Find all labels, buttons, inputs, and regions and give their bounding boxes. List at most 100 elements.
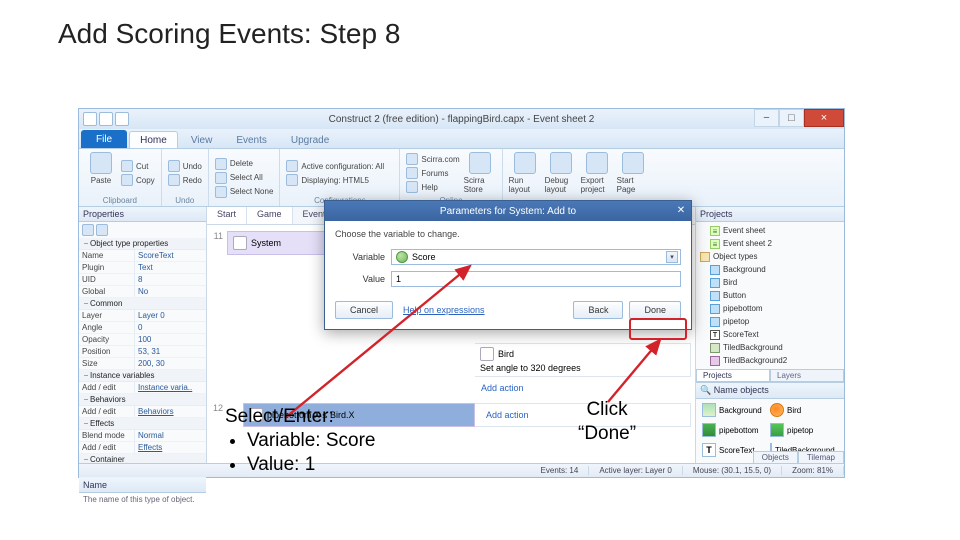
config-icon — [286, 160, 298, 172]
bird-icon — [480, 347, 494, 361]
forums-icon — [406, 167, 418, 179]
ribbon-tab-home[interactable]: Home — [129, 131, 178, 148]
prop-section-ivar[interactable]: −Instance variables — [79, 370, 206, 382]
select-all-button[interactable]: Select All — [215, 172, 274, 184]
tab-start[interactable]: Start — [207, 207, 247, 224]
prop-size-value[interactable]: 200, 30 — [135, 358, 206, 369]
prop-sort-icon[interactable] — [96, 224, 108, 236]
delete-button[interactable]: Delete — [215, 158, 274, 170]
start-page-button[interactable]: Start Page — [617, 152, 649, 203]
display-config-label: Displaying: HTML5 — [286, 174, 384, 186]
ribbon-tab-events[interactable]: Events — [225, 131, 278, 148]
export-button[interactable]: Export project — [581, 152, 613, 203]
dialog-titlebar[interactable]: Parameters for System: Add to ✕ — [325, 201, 691, 221]
tab-tilemap[interactable]: Tilemap — [798, 451, 844, 463]
done-button[interactable]: Done — [629, 301, 681, 319]
cancel-button[interactable]: Cancel — [335, 301, 393, 319]
tree-object-types[interactable]: Object types — [700, 250, 840, 263]
prop-size-key: Size — [79, 358, 135, 369]
obj-pipetop[interactable]: pipetop — [770, 423, 832, 437]
prop-position-value[interactable]: 53, 31 — [135, 346, 206, 357]
variable-label: Variable — [335, 252, 391, 262]
prop-section-behaviors[interactable]: −Behaviors — [79, 394, 206, 406]
right-bottom-tabs: Objects Tilemap — [753, 451, 844, 463]
prop-uid-key: UID — [79, 274, 135, 285]
debug-layout-button[interactable]: Debug layout — [545, 152, 577, 203]
obj-thumb-pipebottom — [702, 423, 716, 437]
close-button[interactable]: × — [804, 109, 844, 127]
variable-select[interactable]: Score ▾ — [391, 249, 681, 265]
prop-section-effects[interactable]: −Effects — [79, 418, 206, 430]
scirra-link[interactable]: Scirra.com — [406, 153, 459, 165]
prop-angle-value[interactable]: 0 — [135, 322, 206, 333]
minimize-button[interactable]: − — [754, 109, 779, 127]
prop-beh-link[interactable]: Behaviors — [135, 406, 206, 417]
value-input[interactable] — [391, 271, 681, 287]
text-icon — [710, 330, 720, 340]
tree-obj-pipetop[interactable]: pipetop — [700, 315, 840, 328]
event-action-setangle[interactable]: Bird Set angle to 320 degrees — [475, 343, 691, 377]
prop-opacity-value[interactable]: 100 — [135, 334, 206, 345]
sprite-icon — [710, 317, 720, 327]
run-layout-button[interactable]: Run layout — [509, 152, 541, 203]
tree-event-sheet-2[interactable]: Event sheet 2 — [700, 237, 840, 250]
prop-position-key: Position — [79, 346, 135, 357]
prop-eff-link[interactable]: Effects — [135, 442, 206, 453]
ribbon-tab-view[interactable]: View — [180, 131, 224, 148]
eventsheet-icon — [710, 226, 720, 236]
ribbon-tab-upgrade[interactable]: Upgrade — [280, 131, 340, 148]
tree-obj-tiledbg[interactable]: TiledBackground — [700, 341, 840, 354]
tree-obj-bird[interactable]: Bird — [700, 276, 840, 289]
subtab-layers[interactable]: Layers — [770, 369, 844, 382]
dropdown-arrow-icon[interactable]: ▾ — [666, 251, 678, 263]
obj-bird[interactable]: Bird — [770, 403, 832, 417]
event-condition-label: System — [251, 238, 281, 248]
copy-button[interactable]: Copy — [121, 174, 155, 186]
tree-obj-background[interactable]: Background — [700, 263, 840, 276]
undo-button[interactable]: Undo — [168, 160, 202, 172]
prop-ivar-link-key: Add / edit — [79, 382, 135, 393]
prop-global-value[interactable]: No — [135, 286, 206, 297]
obj-thumb-bg — [702, 403, 716, 417]
system-icon — [233, 236, 247, 250]
back-button[interactable]: Back — [573, 301, 623, 319]
help-expressions-link[interactable]: Help on expressions — [403, 305, 485, 315]
obj-background[interactable]: Background — [702, 403, 764, 417]
cut-button[interactable]: Cut — [121, 160, 155, 172]
prop-opacity-key: Opacity — [79, 334, 135, 345]
prop-layer-value[interactable]: Layer 0 — [135, 310, 206, 321]
redo-button[interactable]: Redo — [168, 174, 202, 186]
forums-link[interactable]: Forums — [406, 167, 459, 179]
tree-obj-button[interactable]: Button — [700, 289, 840, 302]
obj-pipebottom[interactable]: pipebottom — [702, 423, 764, 437]
prop-blend-key: Blend mode — [79, 430, 135, 441]
prop-name-value[interactable]: ScoreText — [135, 250, 206, 261]
tab-objects[interactable]: Objects — [753, 451, 798, 463]
prop-blend-value[interactable]: Normal — [135, 430, 206, 441]
add-action-link[interactable]: Add action — [475, 381, 691, 395]
subtab-projects[interactable]: Projects — [696, 369, 770, 382]
tab-game[interactable]: Game — [247, 207, 293, 224]
prop-cat-icon[interactable] — [82, 224, 94, 236]
select-none-button[interactable]: Select None — [215, 186, 274, 198]
tree-obj-tiledbg2[interactable]: TiledBackground2 — [700, 354, 840, 367]
dialog-close-button[interactable]: ✕ — [674, 204, 688, 218]
globe-icon — [406, 153, 418, 165]
help-link[interactable]: Help — [406, 181, 459, 193]
store-button[interactable]: Scirra Store — [464, 152, 496, 194]
tree-event-sheet[interactable]: Event sheet — [700, 224, 840, 237]
prop-section-otp[interactable]: −Object type properties — [79, 238, 206, 250]
window-title: Construct 2 (free edition) - flappingBir… — [79, 114, 844, 125]
maximize-button[interactable]: □ — [779, 109, 804, 127]
group-label-select — [215, 203, 274, 205]
add-action-link-12[interactable]: Add action — [480, 408, 535, 422]
delete-icon — [215, 158, 227, 170]
status-events: Events: 14 — [531, 466, 590, 475]
ribbon-tab-file[interactable]: File — [81, 130, 127, 148]
prop-ivar-link[interactable]: Instance varia.. — [135, 382, 206, 393]
project-tree[interactable]: Event sheet Event sheet 2 Object types B… — [696, 222, 844, 369]
prop-section-common[interactable]: −Common — [79, 298, 206, 310]
tree-obj-scoretext[interactable]: ScoreText — [700, 328, 840, 341]
paste-button[interactable]: Paste — [85, 152, 117, 194]
tree-obj-pipebottom[interactable]: pipebottom — [700, 302, 840, 315]
